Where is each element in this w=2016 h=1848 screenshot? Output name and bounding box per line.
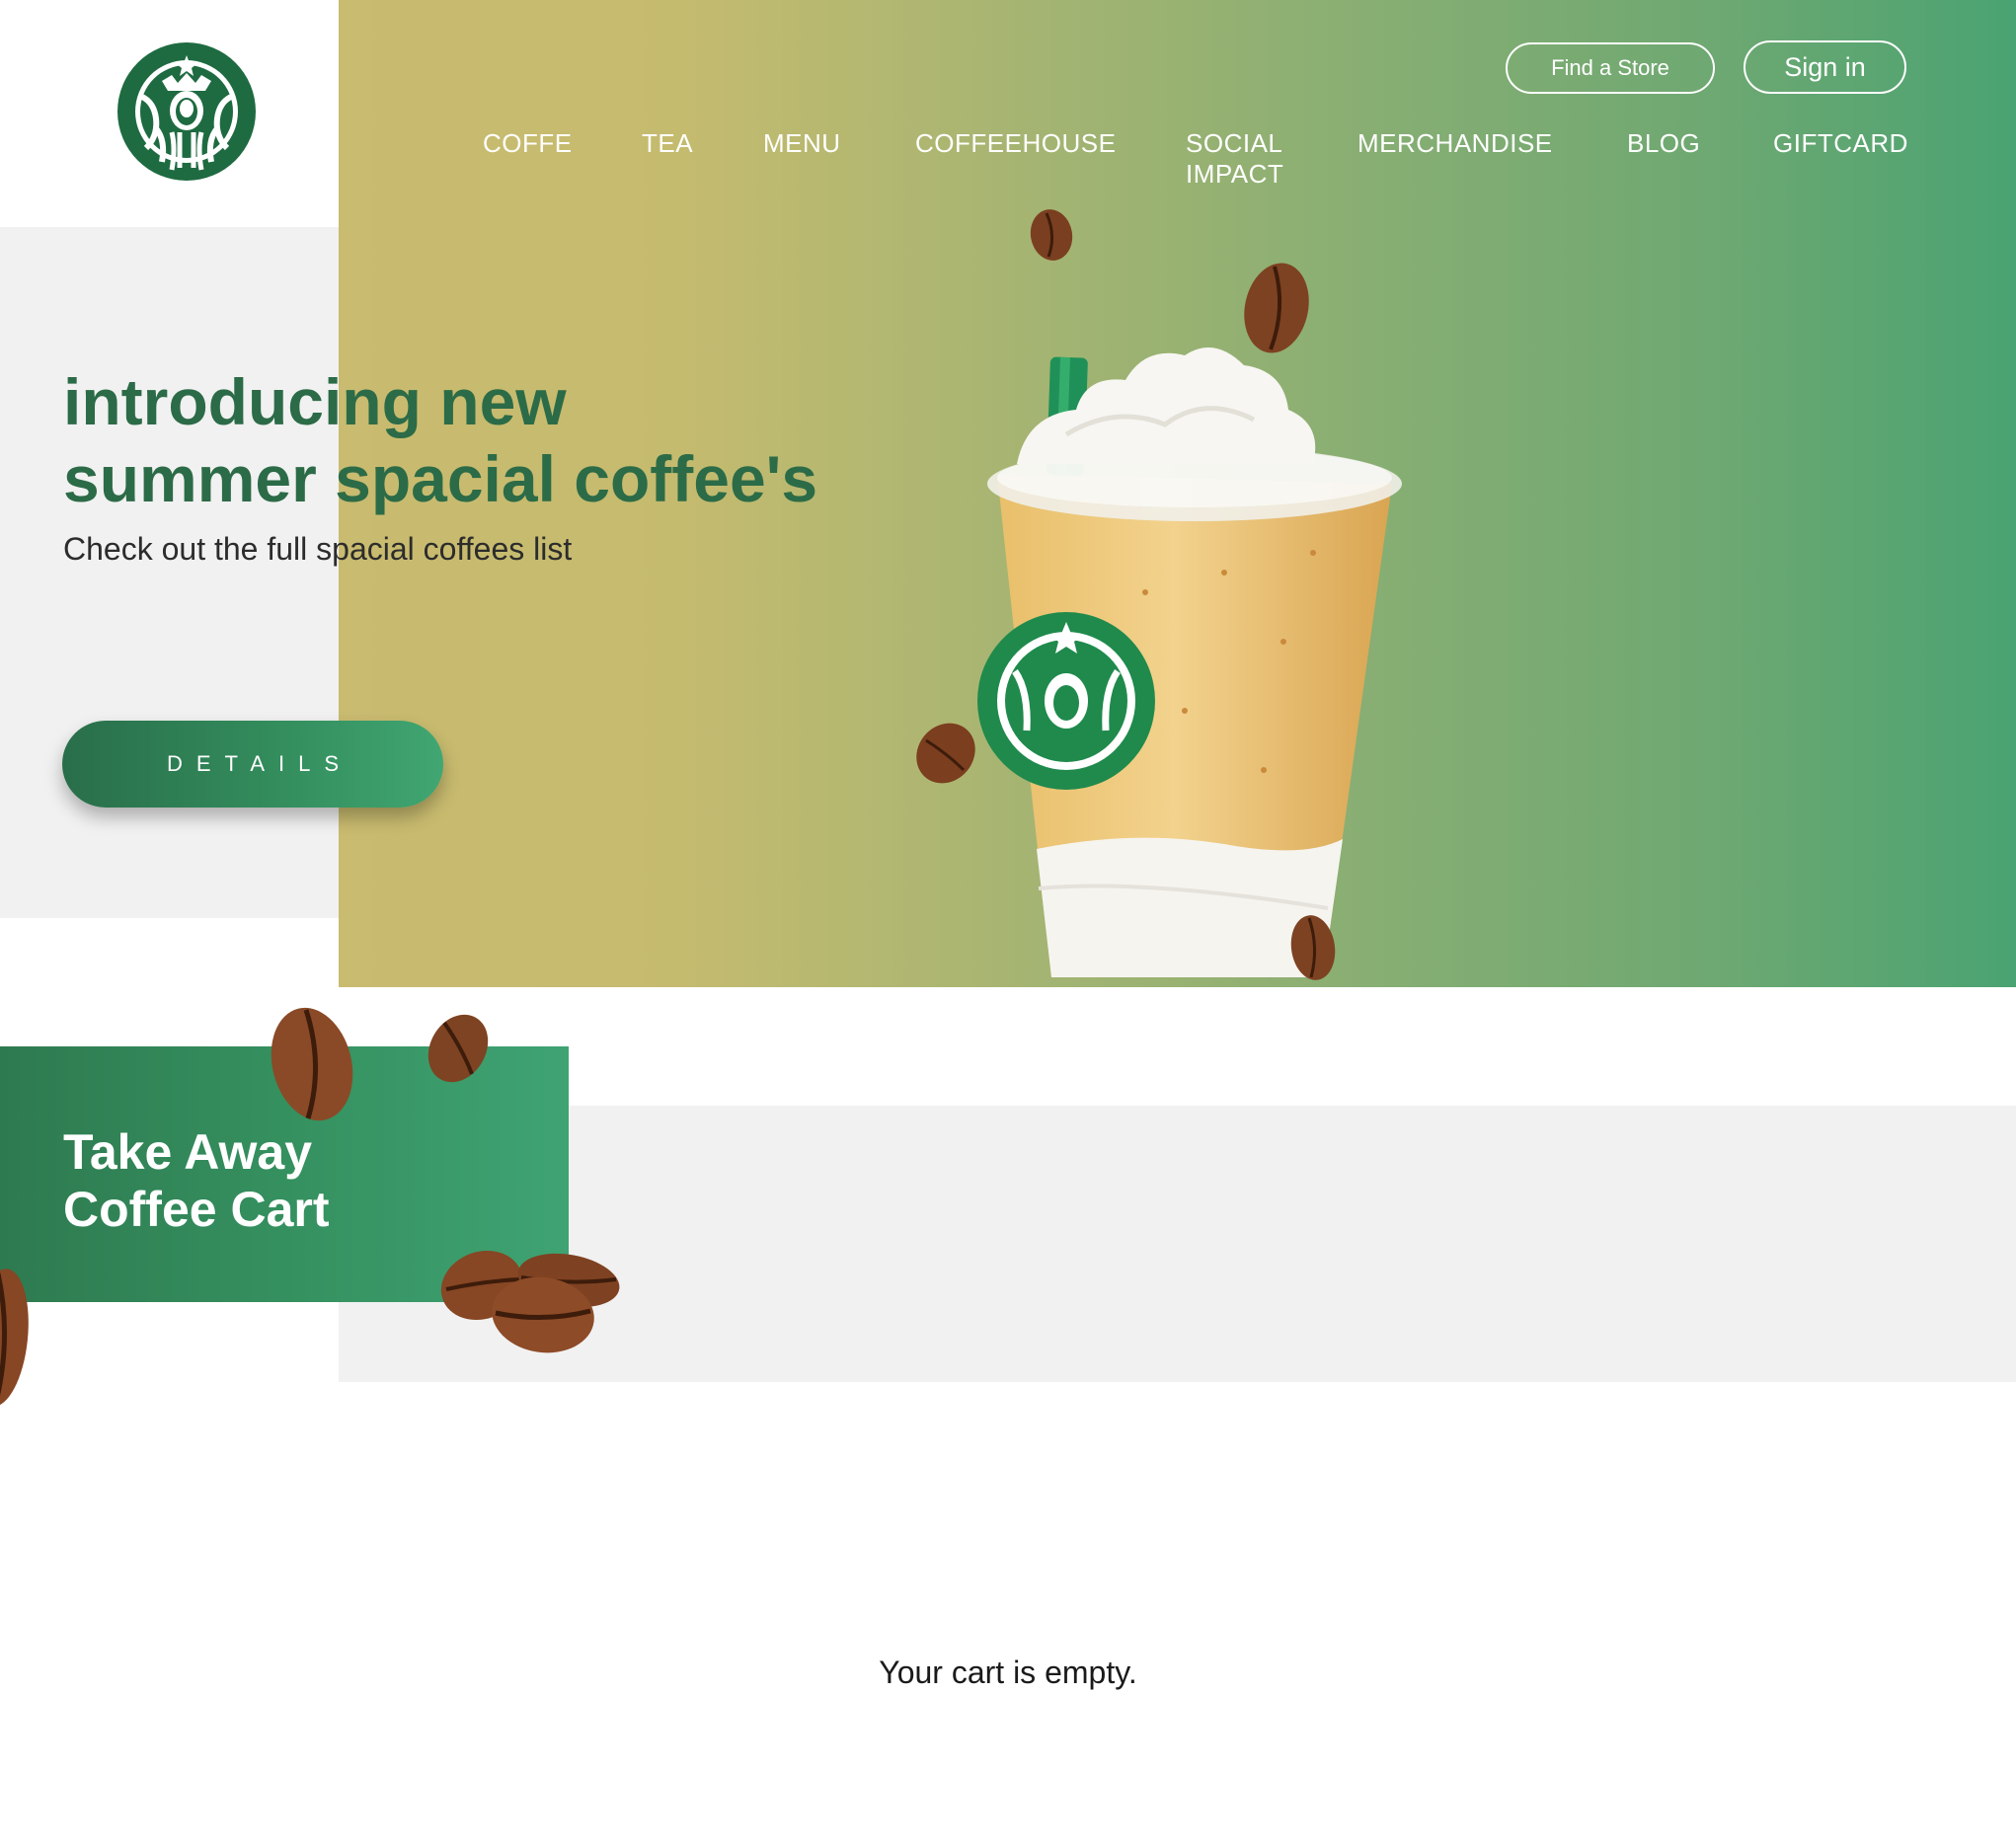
coffee-bean-icon [427, 1014, 489, 1083]
hero-title-line1: introducing new [63, 365, 567, 438]
nav-merchandise[interactable]: MERCHANDISE [1357, 128, 1553, 159]
nav-menu[interactable]: MENU [763, 128, 841, 159]
nav-coffeehouse[interactable]: COFFEEHOUSE [915, 128, 1116, 159]
sign-in-button[interactable]: Sign in [1744, 40, 1906, 94]
hero-title-line2: summer spacial coffee's [63, 442, 818, 515]
details-button[interactable]: DETAILS [62, 721, 443, 808]
nav-social-impact-line1: SOCIAL [1186, 128, 1283, 158]
nav-coffee[interactable]: COFFE [483, 128, 573, 159]
coffee-bean-icon [271, 1007, 353, 1121]
nav-social-impact[interactable]: SOCIAL IMPACT [1186, 128, 1283, 190]
coffee-bean-icon [1290, 915, 1336, 980]
cart-title: Take Away Coffee Cart [63, 1123, 329, 1238]
coffee-bean-icon [492, 1276, 594, 1353]
coffee-bean-icon [1244, 263, 1309, 353]
nav-social-impact-line2: IMPACT [1186, 159, 1284, 189]
hero-left-panel [0, 227, 340, 918]
cart-empty-message: Your cart is empty. [879, 1655, 1137, 1690]
coffee-bean-icon [916, 723, 975, 784]
find-store-button[interactable]: Find a Store [1506, 42, 1715, 94]
coffee-bean-icon [0, 1269, 29, 1407]
coffee-bean-icon [1030, 209, 1073, 261]
nav-giftcard[interactable]: GIFTCARD [1773, 128, 1908, 159]
nav-tea[interactable]: TEA [642, 128, 693, 159]
hero-title: introducing new summer spacial coffee's [63, 363, 952, 517]
frappuccino-cup-image [889, 197, 1422, 987]
nav-blog[interactable]: BLOG [1627, 128, 1700, 159]
cart-title-line2: Coffee Cart [63, 1182, 330, 1237]
siren-logo-icon[interactable] [116, 41, 257, 182]
hero-subtitle: Check out the full spacial coffees list [63, 531, 573, 567]
cart-title-line1: Take Away [63, 1124, 313, 1180]
